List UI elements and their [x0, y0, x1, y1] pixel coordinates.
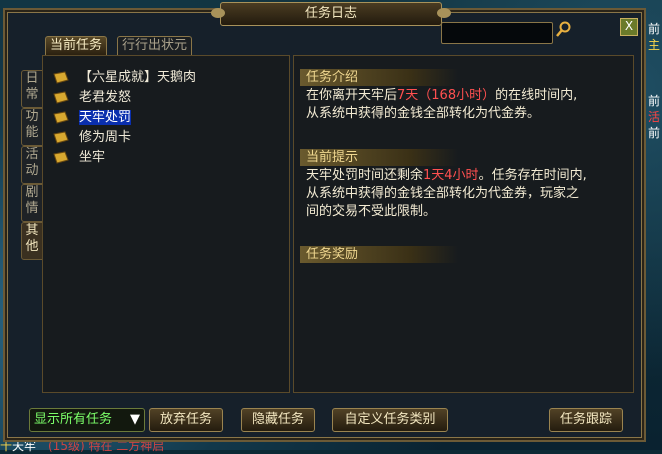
scroll-icon	[53, 91, 69, 104]
tab-career-quests[interactable]: 行行出状元	[117, 36, 193, 55]
quest-list-panel: 【六星成就】天鹅肉 老君发怒 天牢处罚 修为周卡 坐牢	[42, 55, 290, 393]
custom-category-button[interactable]: 自定义任务类别	[332, 408, 448, 432]
reward-header: 任务奖励	[300, 246, 458, 263]
quest-label: 坐牢	[79, 150, 106, 165]
quest-label: 老君发怒	[79, 90, 132, 105]
quest-item[interactable]: 老君发怒	[53, 88, 196, 108]
hint-text-part: 从系统中获得的金钱全部转化为代金券，玩家之	[306, 186, 580, 201]
quest-label: 【六星成就】天鹅肉	[79, 70, 197, 85]
bg-text-right-3: 前	[648, 94, 661, 108]
hint-text: 天牢处罚时间还剩余1天4小时。任务存在时间内, 从系统中获得的金钱全部转化为代金…	[306, 167, 626, 221]
bg-text-right-5: 前	[648, 126, 661, 140]
scroll-icon	[53, 151, 69, 164]
side-tab-event[interactable]: 活动	[21, 146, 43, 184]
quest-list: 【六星成就】天鹅肉 老君发怒 天牢处罚 修为周卡 坐牢	[53, 68, 196, 168]
quest-item[interactable]: 修为周卡	[53, 128, 196, 148]
abandon-quest-button[interactable]: 放弃任务	[149, 408, 223, 432]
intro-text-part: 的在线时间内,	[495, 88, 578, 103]
hint-remaining-time: 1天4小时	[423, 168, 479, 183]
hint-text-part: 。任务存在时间内,	[478, 168, 587, 183]
close-button[interactable]: X	[620, 18, 638, 36]
scroll-icon	[53, 71, 69, 84]
side-tab-function[interactable]: 功能	[21, 108, 43, 146]
scroll-icon	[53, 131, 69, 144]
quest-label: 天牢处罚	[79, 110, 132, 125]
intro-text: 在你离开天牢后7天（168小时）的在线时间内, 从系统中获得的金钱全部转化为代金…	[306, 87, 626, 123]
intro-text-part: 在你离开天牢后	[306, 88, 398, 103]
side-tab-daily[interactable]: 日常	[21, 70, 43, 108]
hint-text-part: 间的交易不受此限制。	[306, 204, 437, 219]
quest-label: 修为周卡	[79, 130, 132, 145]
intro-header: 任务介绍	[300, 69, 458, 86]
search-icon[interactable]	[556, 21, 572, 37]
intro-duration: 7天（168小时）	[397, 88, 496, 103]
show-all-dropdown[interactable]: 显示所有任务 ▼	[29, 408, 145, 432]
tab-current-quests[interactable]: 当前任务	[45, 36, 108, 55]
side-tab-other[interactable]: 其他	[21, 222, 43, 260]
hint-header: 当前提示	[300, 149, 458, 166]
chevron-down-icon: ▼	[130, 412, 140, 427]
search-input[interactable]	[441, 22, 553, 44]
show-all-label: 显示所有任务	[34, 412, 113, 427]
hint-text-part: 天牢处罚时间还剩余	[306, 168, 424, 183]
hide-quest-button[interactable]: 隐藏任务	[241, 408, 315, 432]
quest-item-selected[interactable]: 天牢处罚	[53, 108, 196, 128]
quest-item[interactable]: 【六星成就】天鹅肉	[53, 68, 196, 88]
track-quest-button[interactable]: 任务跟踪	[549, 408, 623, 432]
side-tab-story[interactable]: 剧情	[21, 184, 43, 222]
bg-text-right-4: 活	[648, 110, 661, 124]
quest-detail-panel: 任务介绍 在你离开天牢后7天（168小时）的在线时间内, 从系统中获得的金钱全部…	[293, 55, 634, 393]
window-title[interactable]: 任务日志	[211, 2, 451, 26]
bg-text-right-2: 主	[648, 38, 661, 52]
intro-text-part: 从系统中获得的金钱全部转化为代金券。	[306, 106, 541, 121]
bg-text-right-1: 前	[648, 22, 661, 36]
scroll-icon	[53, 111, 69, 124]
quest-log-window: 任务日志 X 当前任务 行行出状元 日常 功能 活动 剧情 其他 【六星成就】天…	[3, 2, 646, 442]
quest-item[interactable]: 坐牢	[53, 148, 196, 168]
